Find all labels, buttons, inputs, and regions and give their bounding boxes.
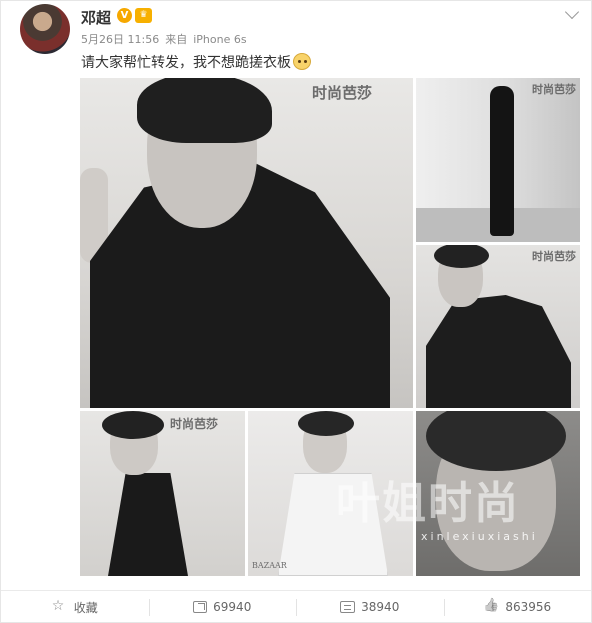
watermark-subtext: xinlexiuxiashi (421, 530, 538, 543)
photo-coat-shape (426, 295, 571, 408)
avatar[interactable] (20, 4, 70, 54)
chevron-down-icon[interactable] (564, 4, 580, 20)
verified-badge-icon: V (117, 8, 132, 23)
weibo-post-card: 邓超 V ♛ 5月26日 11:56 来自 iPhone 6s 请大家帮忙转发，我不… (0, 0, 592, 623)
photo-hair-shape (298, 411, 354, 436)
magazine-logo: 时尚芭莎 (532, 250, 576, 263)
photo-4[interactable]: 时尚芭莎 (80, 411, 245, 576)
source-prefix: 来自 (165, 33, 188, 46)
photo-hair-shape (137, 78, 272, 143)
comment-count: 38940 (361, 600, 400, 614)
photo-dress-shape (108, 473, 188, 576)
magazine-logo: 时尚芭莎 (170, 417, 219, 431)
favorite-label: 收藏 (73, 600, 98, 615)
like-count: 863956 (505, 600, 552, 614)
post-timestamp[interactable]: 5月26日 11:56 (81, 33, 159, 46)
source-device[interactable]: iPhone 6s (193, 33, 246, 46)
username[interactable]: 邓超 (81, 7, 111, 28)
post-meta: 5月26日 11:56 来自 iPhone 6s (81, 31, 253, 47)
watermark-text: 叶姐时尚 (336, 478, 520, 529)
post-text-content: 请大家帮忙转发，我不想跪搓衣板 (81, 55, 291, 71)
favorite-button[interactable]: 收藏 (1, 591, 149, 623)
comment-icon (340, 601, 356, 613)
photo-hair-shape (102, 411, 164, 439)
photo-3[interactable]: 时尚芭莎 (416, 245, 580, 408)
repost-button[interactable]: 69940 (148, 591, 297, 623)
repost-count: 69940 (213, 600, 252, 614)
photo-figure-shape (490, 86, 514, 236)
member-badge-icon[interactable]: ♛ (135, 8, 152, 23)
like-button[interactable]: 863956 (443, 591, 592, 623)
post-text: 请大家帮忙转发，我不想跪搓衣板 (81, 52, 311, 72)
star-icon (52, 598, 68, 614)
magazine-logo: 时尚芭莎 (532, 83, 576, 96)
thumbs-up-icon (483, 600, 499, 614)
photo-2[interactable]: 时尚芭莎 (416, 78, 580, 242)
action-bar: 收藏 69940 38940 863956 (1, 590, 591, 623)
comment-button[interactable]: 38940 (296, 591, 444, 623)
magazine-logo-small: BAZAAR (252, 561, 287, 570)
photo-main[interactable]: 时尚芭莎 (80, 78, 413, 408)
repost-icon (193, 601, 208, 613)
doge-emoji-icon (293, 53, 311, 70)
magazine-logo: 时尚芭莎 (312, 84, 373, 102)
